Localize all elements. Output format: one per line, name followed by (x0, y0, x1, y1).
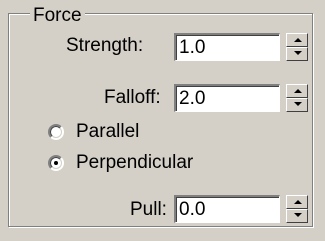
parallel-label[interactable]: Parallel (76, 120, 139, 144)
radio-selected-dot (54, 161, 58, 165)
strength-input[interactable] (176, 35, 279, 60)
pull-input[interactable] (176, 197, 279, 222)
force-group-title: Force (30, 4, 85, 28)
pull-spinner[interactable] (286, 195, 308, 223)
strength-spin-down-button[interactable] (286, 47, 308, 61)
falloff-spinner[interactable] (286, 84, 308, 112)
arrow-down-icon (294, 213, 302, 217)
arrow-up-icon (294, 89, 302, 93)
perpendicular-label[interactable]: Perpendicular (76, 151, 193, 175)
falloff-label: Falloff: (104, 87, 161, 108)
falloff-input[interactable] (176, 86, 279, 111)
radio-inner (50, 126, 62, 138)
strength-spin-up-button[interactable] (286, 33, 308, 47)
arrow-up-icon (294, 200, 302, 204)
falloff-field[interactable] (174, 84, 280, 112)
strength-field[interactable] (174, 33, 280, 61)
arrow-down-icon (294, 51, 302, 55)
falloff-spin-down-button[interactable] (286, 98, 308, 112)
strength-label: Strength: (66, 35, 144, 56)
radio-inner (50, 157, 62, 169)
parallel-radio[interactable] (48, 124, 64, 140)
pull-spin-down-button[interactable] (286, 209, 308, 223)
arrow-up-icon (294, 38, 302, 42)
pull-field[interactable] (174, 195, 280, 223)
perpendicular-radio[interactable] (48, 155, 64, 171)
falloff-spin-up-button[interactable] (286, 84, 308, 98)
arrow-down-icon (294, 102, 302, 106)
pull-spin-up-button[interactable] (286, 195, 308, 209)
pull-label: Pull: (130, 199, 167, 220)
strength-spinner[interactable] (286, 33, 308, 61)
